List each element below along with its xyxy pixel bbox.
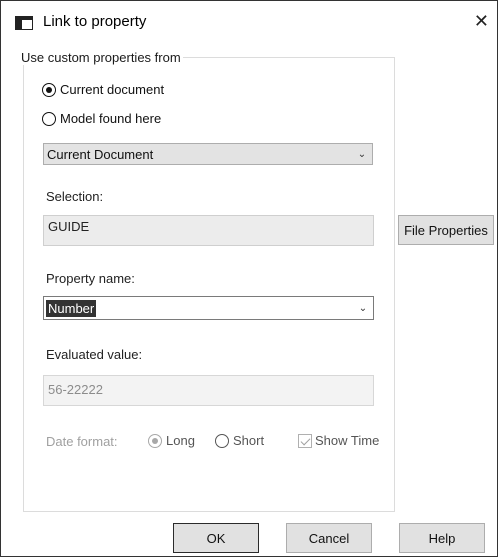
group-legend: Use custom properties from [19,50,183,65]
checkbox-label: Show Time [315,433,380,448]
selection-label: Selection: [46,189,104,204]
help-button[interactable]: Help [399,523,485,553]
document-dropdown-value: Current Document [47,146,154,162]
evaluated-value-field: 56-22222 [43,375,374,406]
radio-label: Model found here [60,111,162,126]
window-title: Link to property [43,13,147,30]
selection-field: GUIDE [43,215,374,246]
chevron-down-icon[interactable]: ⌄ [353,303,373,314]
property-name-label: Property name: [46,271,135,286]
radio-button-icon[interactable] [42,111,56,126]
close-icon[interactable]: ✕ [474,11,489,31]
radio-label: Short [233,433,265,448]
radio-label: Current document [60,82,165,97]
evaluated-value-label: Evaluated value: [46,347,143,362]
title-bar: Link to property ✕ [1,1,497,45]
radio-button-icon[interactable] [42,82,56,97]
radio-button-icon[interactable] [148,433,162,448]
radio-model-found-here[interactable]: Model found here [42,111,161,126]
window-icon [15,16,33,30]
date-format-label: Date format: [46,434,118,449]
property-name-value[interactable]: Number [46,299,97,317]
radio-short[interactable]: Short [215,433,264,448]
ok-button[interactable]: OK [173,523,259,553]
property-name-dropdown[interactable]: Number ⌄ [43,296,374,320]
checkbox-icon[interactable] [298,433,312,448]
radio-long[interactable]: Long [148,433,195,448]
document-dropdown[interactable]: Current Document ⌄ [43,143,373,165]
radio-label: Long [166,433,195,448]
radio-button-icon[interactable] [215,433,229,448]
chevron-down-icon[interactable]: ⌄ [352,149,372,160]
link-to-property-dialog: Link to property ✕ Use custom properties… [0,0,498,557]
radio-current-document[interactable]: Current document [42,82,164,97]
file-properties-button[interactable]: File Properties [398,215,494,245]
show-time-checkbox[interactable]: Show Time [298,433,379,448]
cancel-button[interactable]: Cancel [286,523,372,553]
